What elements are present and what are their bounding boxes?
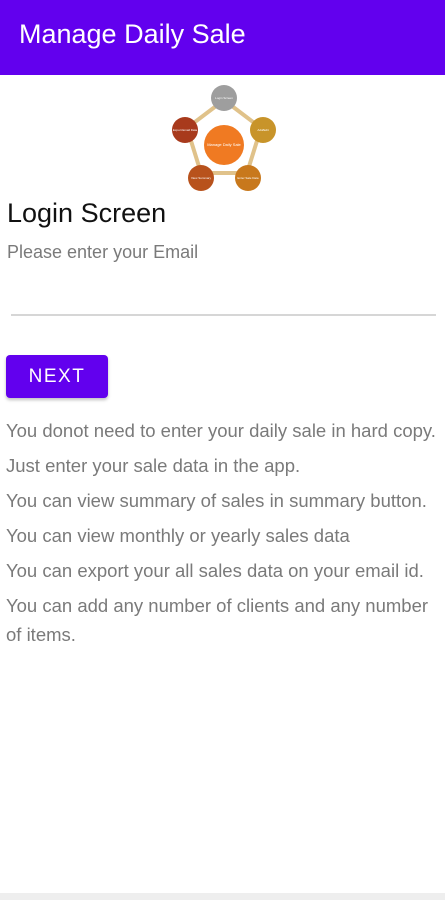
app-logo: Manage Daily Sale Login Screen Add/Edit … — [172, 85, 276, 191]
info-list: You donot need to enter your daily sale … — [6, 416, 438, 655]
info-item: You can add any number of clients and an… — [6, 595, 429, 645]
info-item: Just enter your sale data in the app. — [6, 455, 301, 476]
logo-node-label: Add/Edit — [257, 128, 269, 132]
logo-node-label: View Summary — [191, 176, 212, 180]
info-item: You can view summary of sales in summary… — [6, 490, 427, 511]
email-label: Please enter your Email — [7, 242, 199, 262]
logo-node-label: Enter Sale Data — [237, 176, 259, 180]
logo-node-label: Login Screen — [215, 96, 233, 100]
login-title: Login Screen — [7, 198, 167, 228]
logo-center-label: Manage Daily Sale — [207, 142, 241, 147]
info-item: You donot need to enter your daily sale … — [6, 420, 436, 441]
bottom-edge — [0, 893, 445, 900]
email-field[interactable] — [11, 276, 436, 316]
logo-node-label: Export Email Data — [173, 128, 198, 132]
next-button[interactable]: NEXT — [6, 355, 108, 398]
app-bar: Manage Daily Sale — [0, 0, 445, 75]
info-item: You can view monthly or yearly sales dat… — [6, 525, 350, 546]
info-item: You can export your all sales data on yo… — [6, 560, 424, 581]
app-title: Manage Daily Sale — [19, 19, 246, 49]
